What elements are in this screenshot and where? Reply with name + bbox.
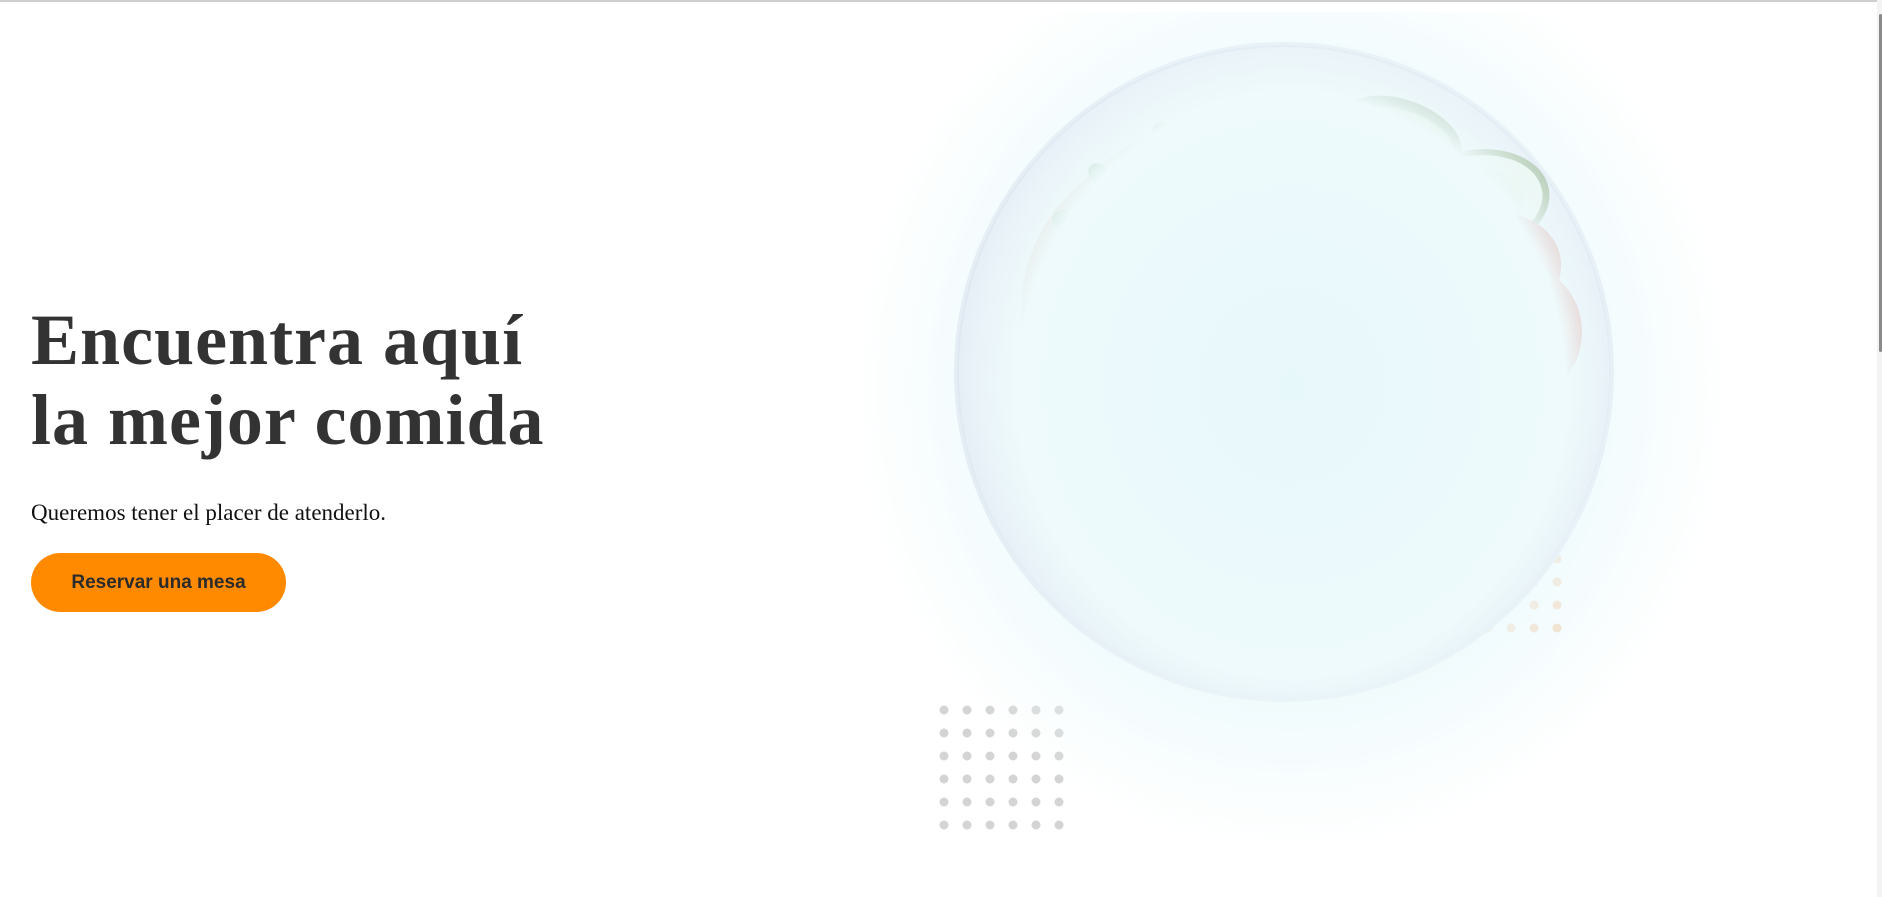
page-scrollbar[interactable] (1877, 0, 1882, 897)
hero-title-line-1: Encuentra aquí (31, 300, 524, 380)
hero-image (862, 12, 1722, 842)
top-border (0, 0, 1882, 2)
hero-title: Encuentra aquí la mejor comida (31, 300, 681, 460)
hero-subtitle: Queremos tener el placer de atenderlo. (31, 500, 387, 525)
hero-image-glow (862, 12, 1722, 842)
reserve-table-button[interactable]: Reservar una mesa (31, 553, 286, 612)
hero-title-line-2: la mejor comida (31, 380, 545, 460)
hero-section: Encuentra aquí la mejor comida Queremos … (31, 300, 681, 612)
